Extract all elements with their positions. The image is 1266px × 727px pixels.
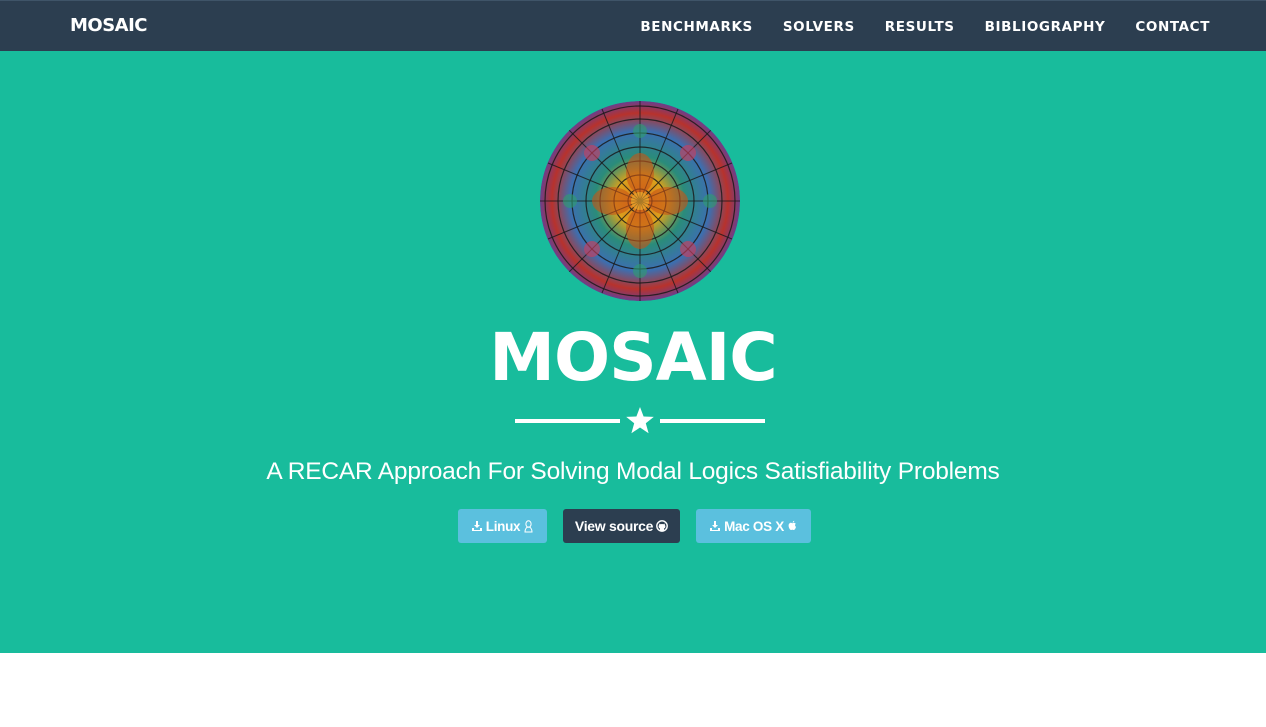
github-icon <box>656 520 668 532</box>
linux-button-label: Linux <box>485 518 521 534</box>
view-source-button[interactable]: View source <box>563 509 680 543</box>
download-linux-button[interactable]: Linux <box>458 509 547 543</box>
divider-line-left <box>515 419 620 423</box>
view-source-label: View source <box>574 518 654 534</box>
divider-line-right <box>660 419 765 423</box>
star-divider <box>515 405 765 437</box>
mosaic-logo-artwork <box>540 101 740 301</box>
hero-title: MOSAIC <box>489 319 777 396</box>
navbar: MOSAIC BENCHMARKS SOLVERS RESULTS BIBLIO… <box>0 0 1266 51</box>
nav-link-results[interactable]: RESULTS <box>885 19 955 35</box>
mac-button-label: Mac OS X <box>724 518 784 534</box>
hero-section: MOSAIC A RECAR Approach For Solving Moda… <box>0 51 1266 653</box>
mosaic-logo-image <box>540 101 740 301</box>
brand-link[interactable]: MOSAIC <box>70 15 148 36</box>
star-icon <box>626 407 654 434</box>
nav-link-solvers[interactable]: SOLVERS <box>783 19 855 35</box>
nav-link-contact[interactable]: CONTACT <box>1135 19 1210 35</box>
nav-links: BENCHMARKS SOLVERS RESULTS BIBLIOGRAPHY … <box>610 1 1210 52</box>
download-icon <box>710 521 721 531</box>
apple-icon <box>788 520 796 530</box>
linux-icon <box>524 519 533 532</box>
download-mac-button[interactable]: Mac OS X <box>696 509 811 543</box>
hero-subtitle: A RECAR Approach For Solving Modal Logic… <box>266 458 1000 485</box>
nav-link-bibliography[interactable]: BIBLIOGRAPHY <box>985 19 1106 35</box>
download-icon <box>471 521 482 531</box>
nav-link-benchmarks[interactable]: BENCHMARKS <box>640 19 752 35</box>
